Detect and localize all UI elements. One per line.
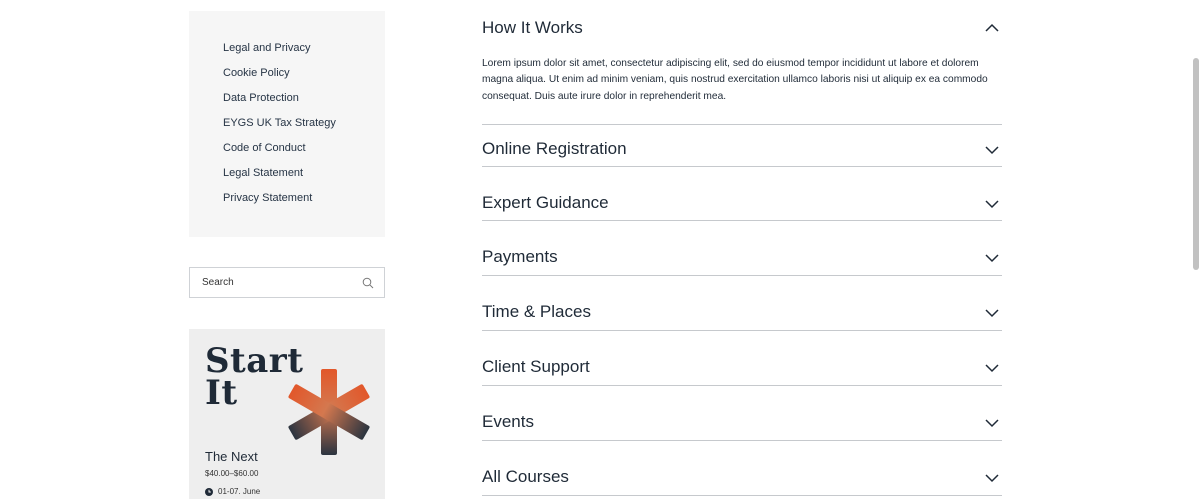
accordion-title: Time & Places xyxy=(482,302,591,321)
accordion-item-online-registration[interactable]: Online Registration xyxy=(482,125,1002,167)
accordion-item-all-courses[interactable]: All Courses xyxy=(482,441,1002,496)
promo-price: $40.00–$60.00 xyxy=(205,469,259,478)
chevron-down-icon[interactable] xyxy=(985,145,999,155)
promo-headline-line2: It xyxy=(205,373,238,413)
accordion-item-time-places[interactable]: Time & Places xyxy=(482,276,1002,331)
search-icon[interactable] xyxy=(362,277,374,289)
accordion-item-how-it-works: How It Works Lorem ipsum dolor sit amet,… xyxy=(482,0,1002,125)
accordion-title: All Courses xyxy=(482,467,569,486)
chevron-up-icon[interactable] xyxy=(985,23,999,33)
chevron-down-icon[interactable] xyxy=(985,363,999,373)
scrollbar-thumb[interactable] xyxy=(1193,58,1199,270)
sidebar-link-legal-statement[interactable]: Legal Statement xyxy=(223,166,385,191)
promo-date: 01-07. June xyxy=(205,487,260,496)
accordion-item-expert-guidance[interactable]: Expert Guidance xyxy=(482,167,1002,221)
accordion-title: Online Registration xyxy=(482,139,627,158)
sidebar-links-panel: Legal and Privacy Cookie Policy Data Pro… xyxy=(189,11,385,237)
accordion-header-how-it-works[interactable]: How It Works xyxy=(482,0,1002,45)
sidebar-link-legal-and-privacy[interactable]: Legal and Privacy xyxy=(223,41,385,66)
sidebar-link-cookie-policy[interactable]: Cookie Policy xyxy=(223,66,385,91)
chevron-down-icon[interactable] xyxy=(985,473,999,483)
accordion-item-events[interactable]: Events xyxy=(482,386,1002,441)
sidebar-link-code-of-conduct[interactable]: Code of Conduct xyxy=(223,141,385,166)
asterisk-graphic-icon xyxy=(288,369,370,455)
chevron-down-icon[interactable] xyxy=(985,253,999,263)
accordion-title: How It Works xyxy=(482,18,583,37)
sidebar-link-tax-strategy[interactable]: EYGS UK Tax Strategy xyxy=(223,116,385,141)
faq-accordion: How It Works Lorem ipsum dolor sit amet,… xyxy=(482,0,1002,496)
accordion-title: Payments xyxy=(482,247,558,266)
chevron-down-icon[interactable] xyxy=(985,199,999,209)
chevron-down-icon[interactable] xyxy=(985,308,999,318)
accordion-item-client-support[interactable]: Client Support xyxy=(482,331,1002,386)
sidebar-link-privacy-statement[interactable]: Privacy Statement xyxy=(223,191,385,216)
promo-card[interactable]: Start It The Next $40.00–$60.00 01-07. J… xyxy=(189,329,385,499)
accordion-body-how-it-works: Lorem ipsum dolor sit amet, consectetur … xyxy=(482,58,988,102)
search-input[interactable] xyxy=(190,268,352,297)
search-box xyxy=(189,267,385,298)
clock-icon xyxy=(205,487,213,496)
accordion-item-payments[interactable]: Payments xyxy=(482,221,1002,276)
promo-date-text: 01-07. June xyxy=(218,487,261,496)
chevron-down-icon[interactable] xyxy=(985,418,999,428)
promo-title[interactable]: The Next xyxy=(205,449,258,464)
accordion-title: Events xyxy=(482,412,534,431)
sidebar-link-data-protection[interactable]: Data Protection xyxy=(223,91,385,116)
accordion-title: Expert Guidance xyxy=(482,193,609,212)
accordion-title: Client Support xyxy=(482,357,590,376)
